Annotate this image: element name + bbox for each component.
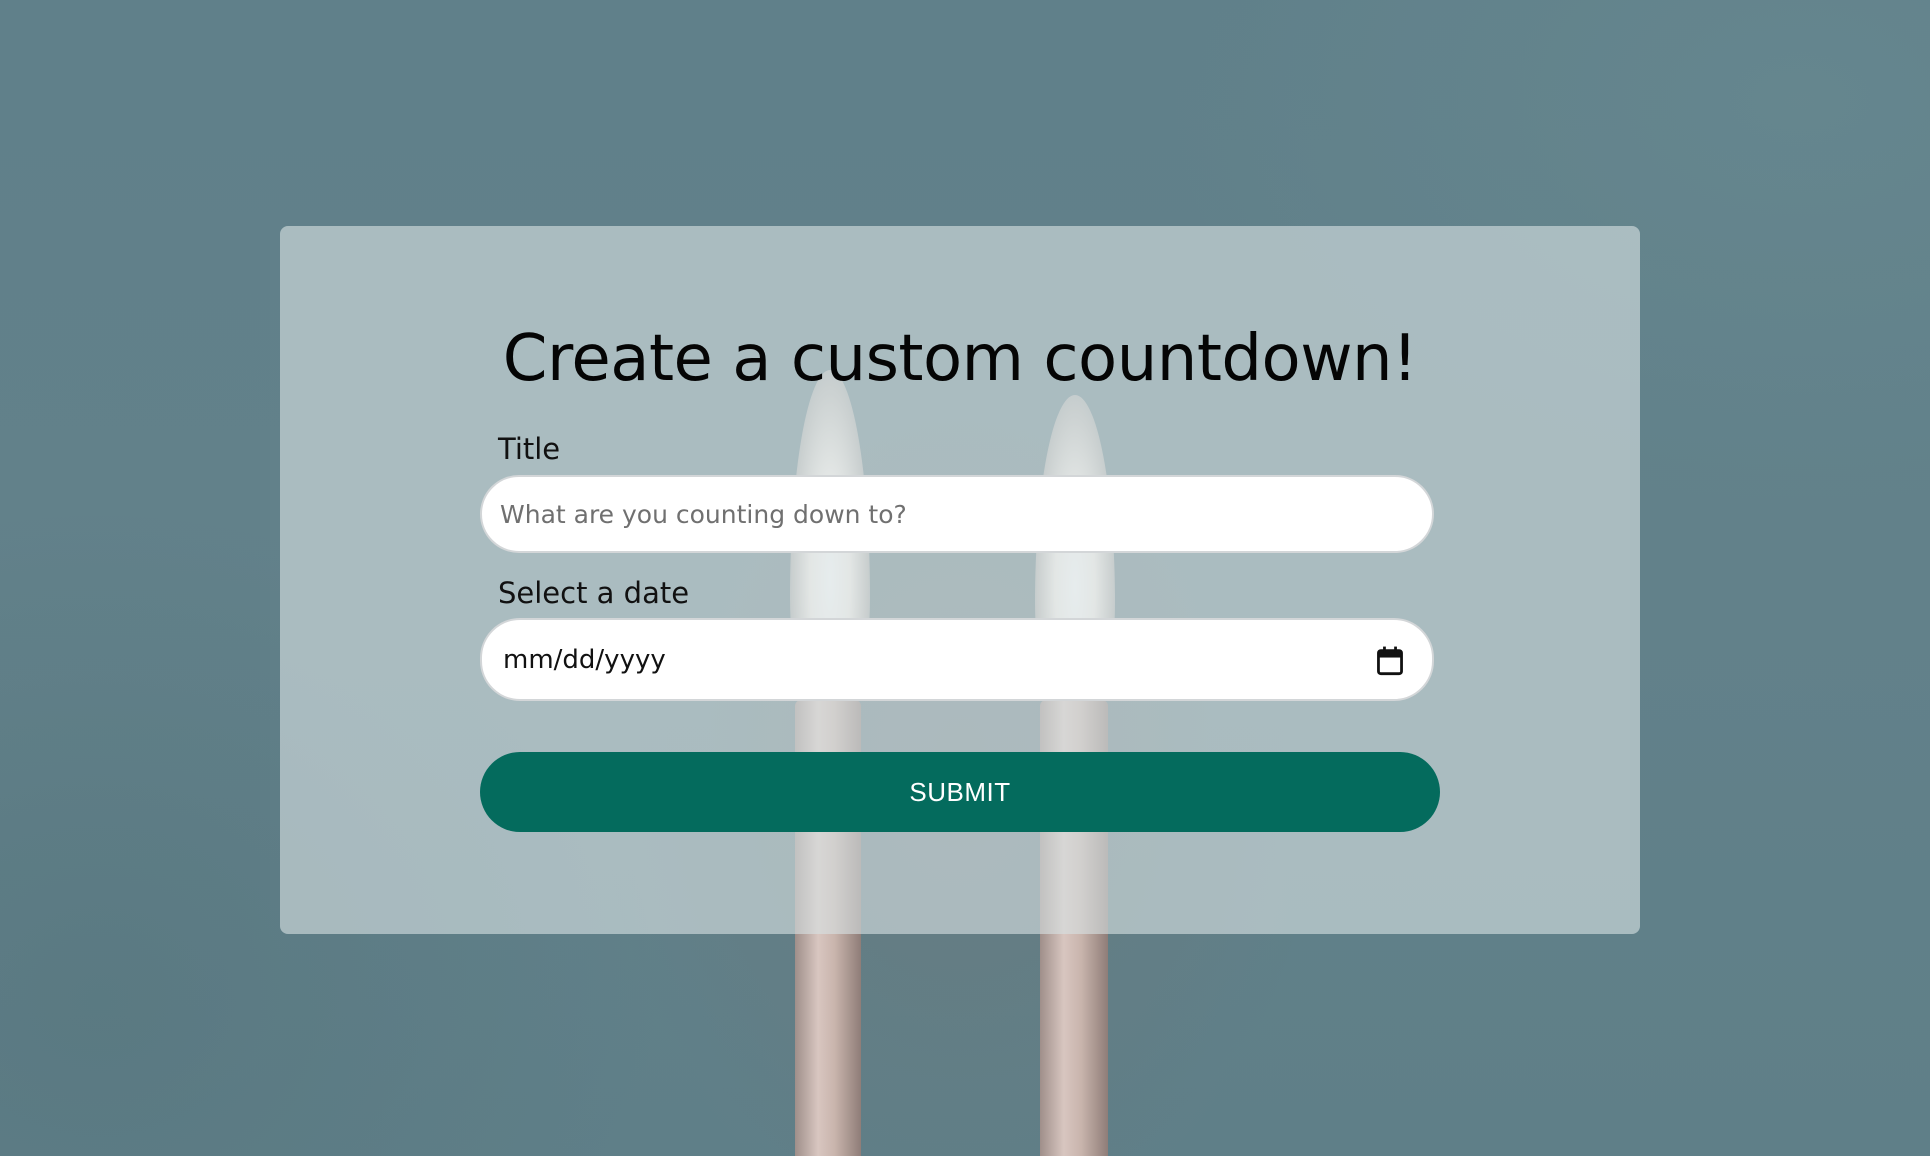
title-input[interactable] [500, 477, 1380, 551]
page-title: Create a custom countdown! [502, 322, 1418, 396]
countdown-form-card: Create a custom countdown! Title Select … [280, 226, 1640, 934]
submit-button[interactable]: SUBMIT [480, 752, 1440, 832]
date-input[interactable]: mm/dd/yyyy [503, 620, 666, 699]
countdown-page: Create a custom countdown! Title Select … [0, 0, 1930, 1156]
title-label: Title [498, 432, 561, 466]
date-field[interactable]: mm/dd/yyyy [480, 618, 1434, 701]
title-field[interactable] [480, 475, 1434, 553]
calendar-icon[interactable] [1376, 646, 1404, 676]
date-label: Select a date [498, 576, 690, 610]
